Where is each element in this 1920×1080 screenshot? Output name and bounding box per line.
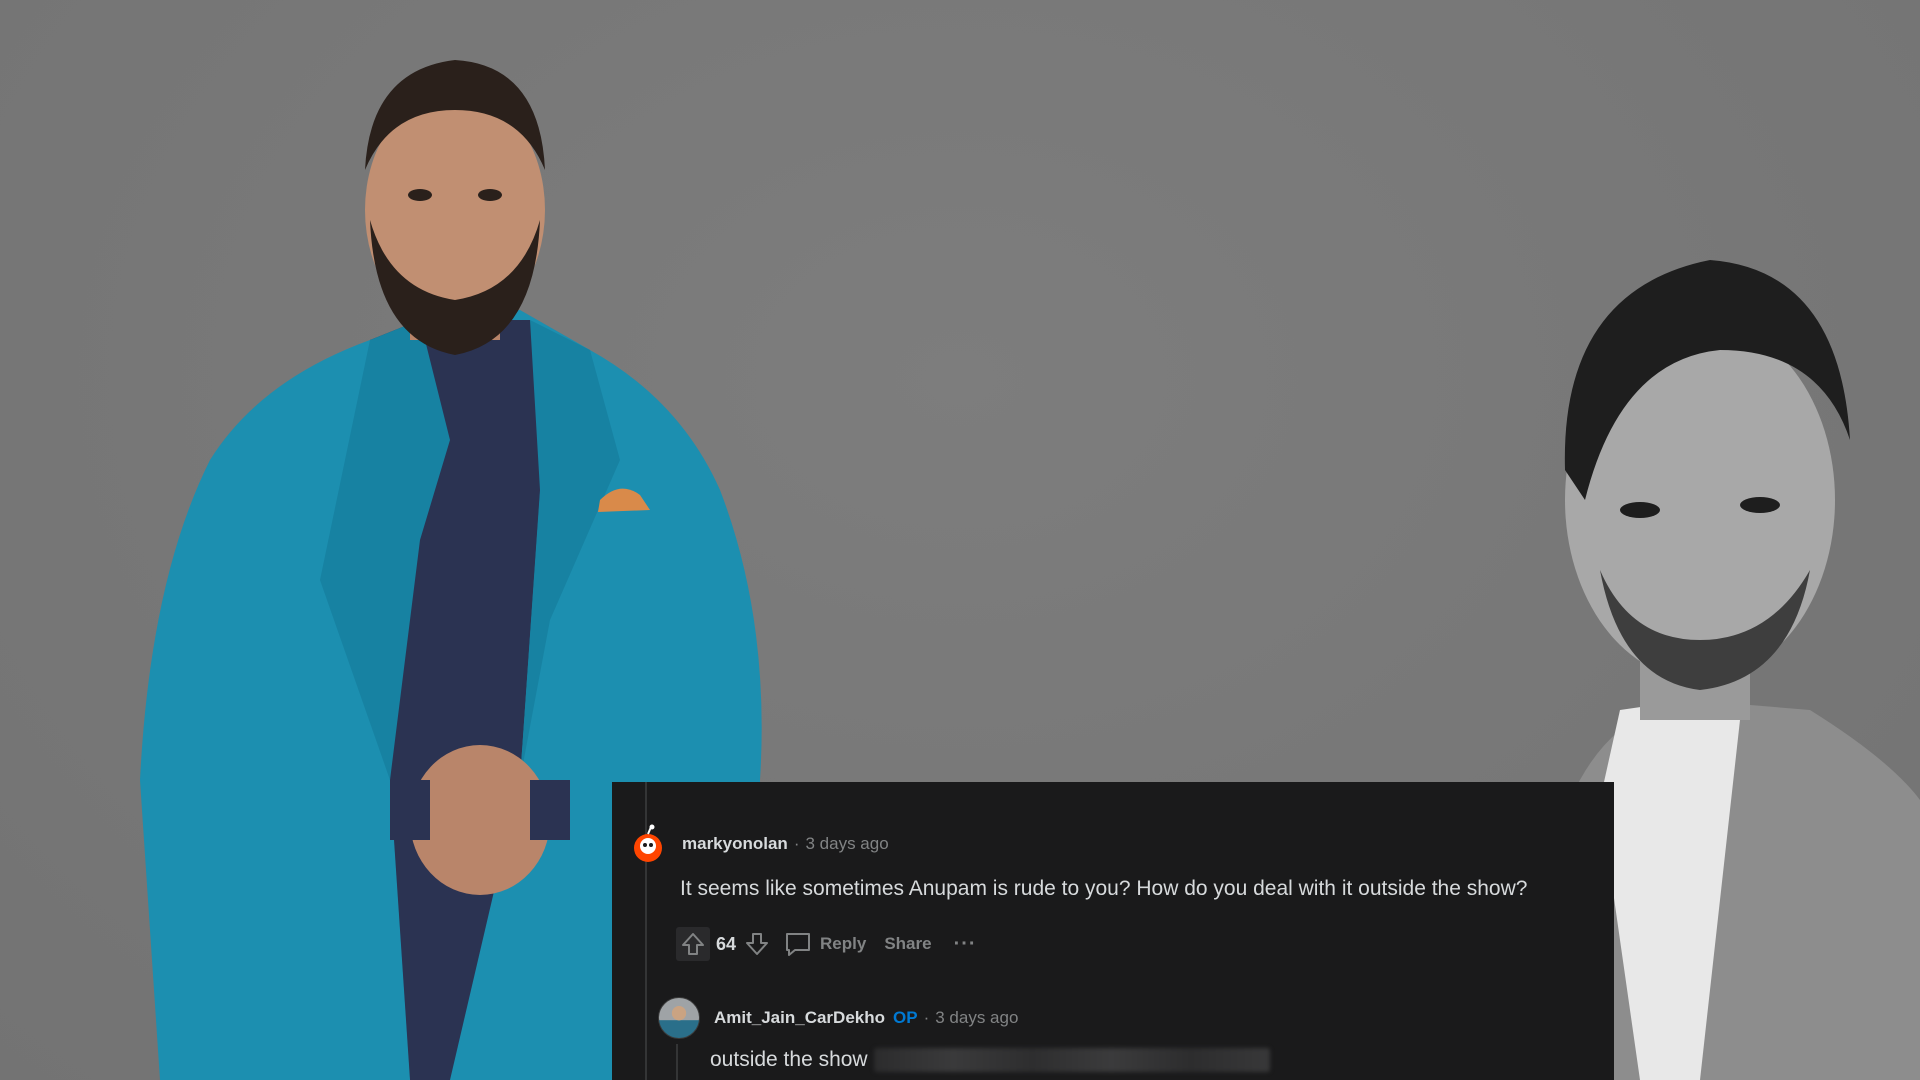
op-badge: OP: [893, 1008, 918, 1027]
downvote-icon: [746, 933, 769, 955]
comment-card: markyonolan · 3 days ago It seems like s…: [612, 782, 1614, 1080]
comment-body: It seems like sometimes Anupam is rude t…: [680, 877, 1528, 900]
upvote-button[interactable]: [676, 927, 710, 961]
blurred-redacted-text: [873, 1048, 1270, 1072]
left-cuff: [390, 780, 430, 840]
snoo-avatar-icon[interactable]: [628, 824, 668, 864]
profile-photo-avatar[interactable]: [658, 997, 700, 1039]
right-eye: [478, 189, 502, 201]
meta-separator: ·: [793, 834, 800, 853]
comment-timestamp[interactable]: 3 days ago: [805, 834, 888, 854]
more-options-icon[interactable]: ···: [954, 933, 977, 956]
reply-button[interactable]: Reply: [784, 931, 866, 957]
reply-timestamp[interactable]: 3 days ago: [935, 1008, 1018, 1028]
left-eye: [1620, 502, 1660, 518]
upvote-icon: [682, 933, 704, 955]
background-stage: markyonolan · 3 days ago It seems like s…: [0, 0, 1920, 1080]
vote-score: 64: [716, 933, 737, 954]
reply-author[interactable]: Amit_Jain_CarDekho: [714, 1008, 885, 1028]
downvote-button[interactable]: [740, 927, 774, 961]
left-eye: [408, 189, 432, 201]
comment-header: markyonolan · 3 days ago: [628, 824, 889, 864]
reply-header: Amit_Jain_CarDekho OP · 3 days ago: [658, 997, 1018, 1039]
comment-bubble-icon: [786, 933, 811, 956]
clasped-hands: [410, 745, 550, 895]
right-eye: [1740, 497, 1780, 513]
reply-thread-line[interactable]: [676, 1044, 678, 1080]
reply-label: Reply: [820, 934, 867, 953]
reply-body-text: outside the show: [710, 1048, 868, 1071]
comment-actions: 64 Reply Share ···: [676, 924, 977, 964]
share-button[interactable]: Share: [884, 934, 931, 954]
comment-author[interactable]: markyonolan: [682, 834, 788, 854]
meta-separator: ·: [923, 1008, 930, 1027]
reply-body: outside the show: [710, 1048, 1270, 1072]
right-cuff: [530, 780, 570, 840]
